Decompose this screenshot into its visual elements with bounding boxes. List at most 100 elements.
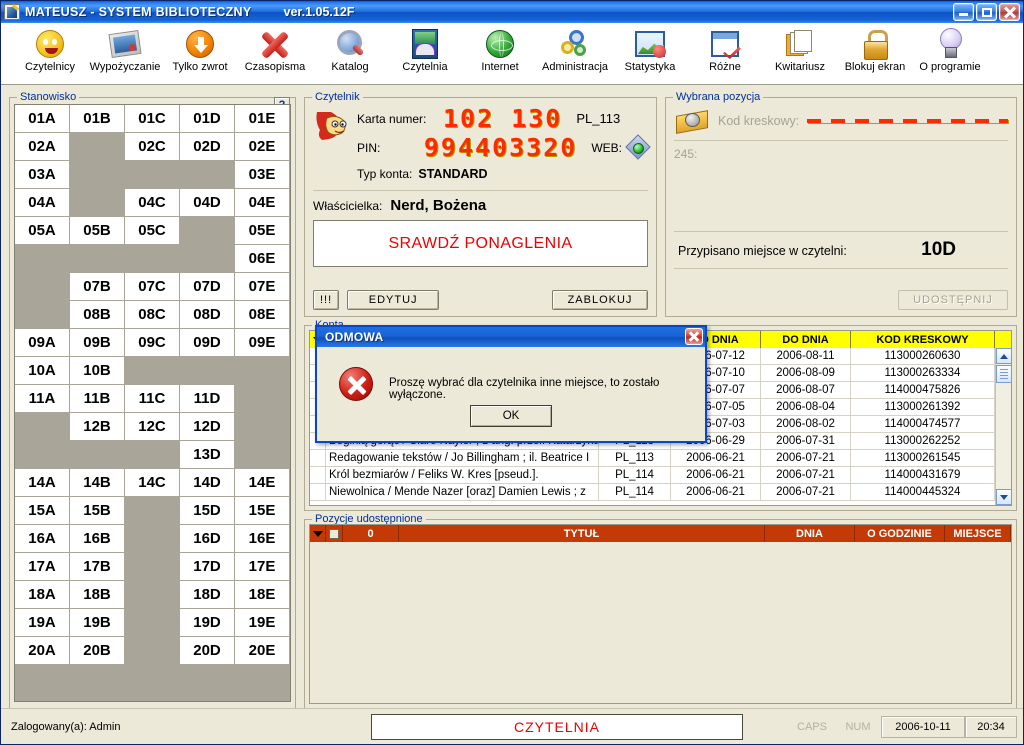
seat-cell[interactable]: 04D: [180, 189, 235, 217]
seat-cell[interactable]: 01E: [235, 105, 290, 133]
seat-cell[interactable]: 20D: [180, 637, 235, 665]
table-row[interactable]: Redagowanie tekstów / Jo Billingham ; il…: [310, 450, 1011, 467]
seat-cell[interactable]: 17A: [15, 553, 70, 581]
seat-cell[interactable]: 14E: [235, 469, 290, 497]
toolbar-item-rozne[interactable]: Różne: [688, 27, 762, 73]
warning-button[interactable]: !!!: [313, 290, 340, 310]
seat-cell[interactable]: 06E: [235, 245, 290, 273]
table-row[interactable]: Niewolnica / Mende Nazer [oraz] Damien L…: [310, 484, 1011, 501]
seat-cell[interactable]: 19B: [70, 609, 125, 637]
col-header-do-dnia[interactable]: DO DNIA: [761, 331, 851, 348]
toolbar-item-katalog[interactable]: Katalog: [313, 27, 387, 73]
seat-cell[interactable]: 14C: [125, 469, 180, 497]
select-all-checkbox[interactable]: [326, 525, 343, 542]
seat-cell[interactable]: 20B: [70, 637, 125, 665]
close-icon[interactable]: [999, 3, 1020, 21]
toolbar-item-kwitariusz[interactable]: Kwitariusz: [763, 27, 837, 73]
seat-cell[interactable]: 12D: [180, 413, 235, 441]
seat-cell[interactable]: 20A: [15, 637, 70, 665]
seat-cell[interactable]: 07D: [180, 273, 235, 301]
seat-cell[interactable]: 07C: [125, 273, 180, 301]
seat-cell[interactable]: 11C: [125, 385, 180, 413]
toolbar-item-statystyka[interactable]: Statystyka: [613, 27, 687, 73]
seat-cell[interactable]: 09D: [180, 329, 235, 357]
edit-button[interactable]: EDYTUJ: [347, 290, 440, 310]
col-header-o-godzinie[interactable]: O GODZINIE: [855, 525, 945, 542]
seat-cell[interactable]: 17D: [180, 553, 235, 581]
seat-cell[interactable]: 08D: [180, 301, 235, 329]
toolbar-item-blokuj-ekran[interactable]: Blokuj ekran: [838, 27, 912, 73]
seat-cell[interactable]: 08C: [125, 301, 180, 329]
seat-cell[interactable]: 04A: [15, 189, 70, 217]
seat-cell[interactable]: 11A: [15, 385, 70, 413]
seat-cell[interactable]: 11B: [70, 385, 125, 413]
col-header-tytul[interactable]: TYTUŁ: [399, 525, 765, 542]
seat-cell[interactable]: 01B: [70, 105, 125, 133]
seat-cell[interactable]: 18B: [70, 581, 125, 609]
seat-cell[interactable]: 03A: [15, 161, 70, 189]
minimize-button[interactable]: [953, 3, 974, 21]
seat-cell[interactable]: 16B: [70, 525, 125, 553]
col-header-kod-kreskowy[interactable]: KOD KRESKOWY: [851, 331, 995, 348]
toolbar-item-czytelnicy[interactable]: Czytelnicy: [13, 27, 87, 73]
seat-cell[interactable]: 14B: [70, 469, 125, 497]
seat-cell[interactable]: 07E: [235, 273, 290, 301]
seat-cell[interactable]: 18E: [235, 581, 290, 609]
seat-cell[interactable]: 19A: [15, 609, 70, 637]
toolbar-item-czasopisma[interactable]: Czasopisma: [238, 27, 312, 73]
seat-grid[interactable]: 01A 01B 01C 01D 01E 02A 02C 02D 02E 03A 03E 04A 04C 0…: [14, 104, 291, 702]
seat-cell[interactable]: 09A: [15, 329, 70, 357]
seat-cell[interactable]: 10A: [15, 357, 70, 385]
col-header-count[interactable]: 0: [343, 525, 399, 542]
seat-cell[interactable]: 19D: [180, 609, 235, 637]
seat-cell[interactable]: 20E: [235, 637, 290, 665]
seat-cell[interactable]: 07B: [70, 273, 125, 301]
seat-cell[interactable]: 02D: [180, 133, 235, 161]
scroll-down-icon[interactable]: [996, 489, 1011, 505]
seat-cell[interactable]: 16A: [15, 525, 70, 553]
seat-cell[interactable]: 13D: [180, 441, 235, 469]
seat-cell[interactable]: 03E: [235, 161, 290, 189]
seat-cell[interactable]: 15B: [70, 497, 125, 525]
seat-cell[interactable]: 05B: [70, 217, 125, 245]
seat-cell[interactable]: 08E: [235, 301, 290, 329]
seat-cell[interactable]: 15D: [180, 497, 235, 525]
seat-cell[interactable]: 02A: [15, 133, 70, 161]
seat-cell[interactable]: 04E: [235, 189, 290, 217]
block-button[interactable]: ZABLOKUJ: [552, 290, 648, 310]
seat-cell[interactable]: 05A: [15, 217, 70, 245]
close-icon[interactable]: [685, 328, 703, 345]
seat-cell[interactable]: 01D: [180, 105, 235, 133]
seat-cell[interactable]: 10B: [70, 357, 125, 385]
col-header-dnia[interactable]: DNIA: [765, 525, 855, 542]
filter-dropdown-icon[interactable]: [310, 525, 326, 542]
col-header-miejsce[interactable]: MIEJSCE: [945, 525, 1011, 542]
seat-cell[interactable]: 16D: [180, 525, 235, 553]
toolbar-item-czytelnia[interactable]: Czytelnia: [388, 27, 462, 73]
seat-cell[interactable]: 18A: [15, 581, 70, 609]
scroll-thumb[interactable]: [996, 365, 1011, 383]
seat-cell[interactable]: 18D: [180, 581, 235, 609]
seat-cell[interactable]: 09E: [235, 329, 290, 357]
maximize-button[interactable]: [976, 3, 997, 21]
seat-cell[interactable]: 08B: [70, 301, 125, 329]
seat-cell[interactable]: 19E: [235, 609, 290, 637]
seat-cell[interactable]: 02C: [125, 133, 180, 161]
seat-cell[interactable]: 05C: [125, 217, 180, 245]
seat-cell[interactable]: 02E: [235, 133, 290, 161]
seat-cell[interactable]: 14D: [180, 469, 235, 497]
seat-cell[interactable]: 17E: [235, 553, 290, 581]
seat-cell[interactable]: 09B: [70, 329, 125, 357]
seat-cell[interactable]: 17B: [70, 553, 125, 581]
seat-cell[interactable]: 12C: [125, 413, 180, 441]
seat-cell[interactable]: 12B: [70, 413, 125, 441]
seat-cell[interactable]: 05E: [235, 217, 290, 245]
table-row[interactable]: Król bezmiarów / Feliks W. Kres [pseud.]…: [310, 467, 1011, 484]
toolbar-item-tylko-zwrot[interactable]: Tylko zwrot: [163, 27, 237, 73]
scroll-up-icon[interactable]: [996, 348, 1011, 364]
seat-cell[interactable]: 15E: [235, 497, 290, 525]
toolbar-item-administracja[interactable]: Administracja: [538, 27, 612, 73]
seat-cell[interactable]: 14A: [15, 469, 70, 497]
seat-cell[interactable]: 15A: [15, 497, 70, 525]
toolbar-item-wypozyczanie[interactable]: Wypożyczanie: [88, 27, 162, 73]
